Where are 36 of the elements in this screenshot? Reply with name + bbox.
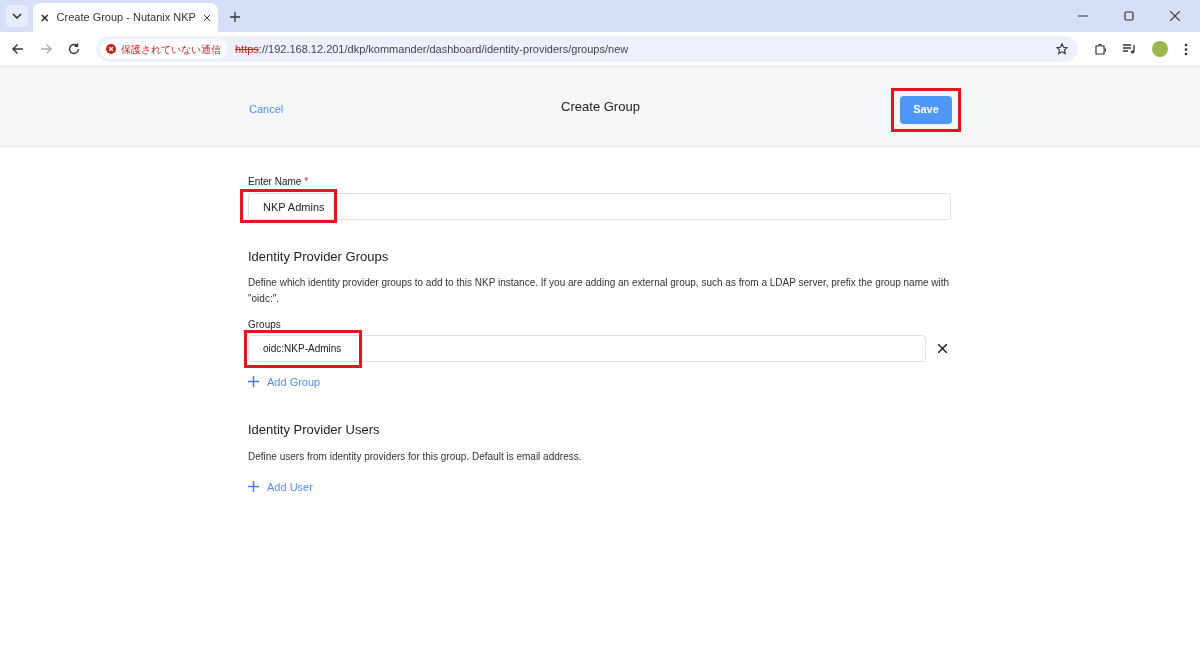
new-tab-icon[interactable] xyxy=(230,12,240,22)
section-heading: Identity Provider Groups xyxy=(248,248,390,266)
extensions-icon[interactable] xyxy=(1094,42,1107,56)
field-label: Enter Name xyxy=(248,175,302,189)
cancel-link[interactable]: Cancel xyxy=(249,101,349,118)
back-icon[interactable] xyxy=(12,43,24,55)
field-label: Groups xyxy=(248,317,282,332)
section-heading: Identity Provider Users xyxy=(248,421,381,439)
close-icon[interactable] xyxy=(203,13,210,22)
group-field[interactable]: oidc:NKP-Admins xyxy=(248,334,926,362)
section-description: Define which identity provider groups to add to this NKP instance. If you are adding an external group, such as from a LDAP server, prefix the group name with "oidc:". xyxy=(248,275,951,306)
media-icon[interactable] xyxy=(1123,43,1136,55)
app-logo-icon xyxy=(41,12,49,23)
close-icon[interactable] xyxy=(938,343,947,353)
browser-tab[interactable]: Create Group - Nutanix NKP xyxy=(33,3,218,32)
maximize-icon[interactable] xyxy=(1124,11,1134,21)
reload-icon[interactable] xyxy=(68,43,80,55)
add-group-link[interactable]: Add Group xyxy=(248,373,951,390)
plus-icon xyxy=(248,481,259,493)
security-chip[interactable]: 保護されていない通信 xyxy=(100,39,227,59)
url-text: https://192.168.12.201/dkp/kommander/dashboard/identity-providers/groups/new xyxy=(235,41,629,57)
error-icon xyxy=(106,44,116,54)
required-mark: * xyxy=(304,175,309,189)
security-label: 保護されていない通信 xyxy=(121,42,221,57)
tab-title: Create Group - Nutanix NKP xyxy=(56,10,196,26)
star-icon[interactable] xyxy=(1056,43,1068,55)
name-field[interactable]: NKP Admins xyxy=(248,193,951,220)
section-description: Define users from identity providers for this group. Default is email address. xyxy=(248,449,583,464)
add-user-link[interactable]: Add User xyxy=(248,478,951,495)
page-title: Create Group xyxy=(560,97,641,116)
menu-icon[interactable] xyxy=(1184,42,1188,56)
chevron-down-icon xyxy=(12,13,22,19)
close-icon[interactable] xyxy=(1170,11,1180,21)
tab-list-button[interactable] xyxy=(6,5,28,27)
address-bar[interactable]: 保護されていない通信 https://192.168.12.201/dkp/kommander/dashboard/identity-providers/groups/new xyxy=(96,36,1078,62)
plus-icon xyxy=(248,376,259,388)
